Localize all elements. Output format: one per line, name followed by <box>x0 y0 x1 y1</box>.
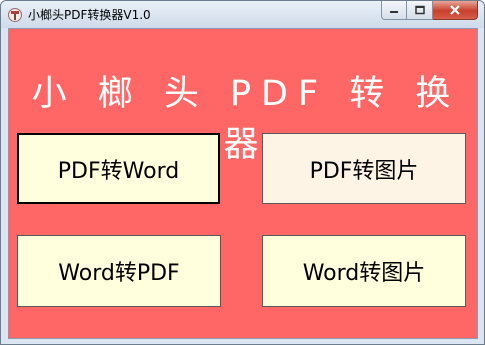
window-title: 小榔头PDF转换器V1.0 <box>28 8 151 22</box>
app-window: 小榔头PDF转换器V1.0 小 榔 头 PDF 转 换 器 PDF转Word P… <box>0 0 485 345</box>
maximize-icon <box>414 5 425 15</box>
word-to-image-button[interactable]: Word转图片 <box>262 235 466 307</box>
pdf-to-image-button[interactable]: PDF转图片 <box>262 133 466 204</box>
minimize-button[interactable] <box>381 1 407 20</box>
main-panel: 小 榔 头 PDF 转 换 器 PDF转Word PDF转图片 Word转PDF… <box>8 28 478 339</box>
title-bar[interactable]: 小榔头PDF转换器V1.0 <box>1 1 484 28</box>
close-icon <box>450 5 460 15</box>
word-to-pdf-button[interactable]: Word转PDF <box>17 235 221 307</box>
close-button[interactable] <box>433 1 478 20</box>
minimize-icon <box>390 11 398 13</box>
maximize-button[interactable] <box>407 1 433 20</box>
hammer-app-icon <box>7 7 23 23</box>
pdf-to-word-button[interactable]: PDF转Word <box>17 133 220 204</box>
